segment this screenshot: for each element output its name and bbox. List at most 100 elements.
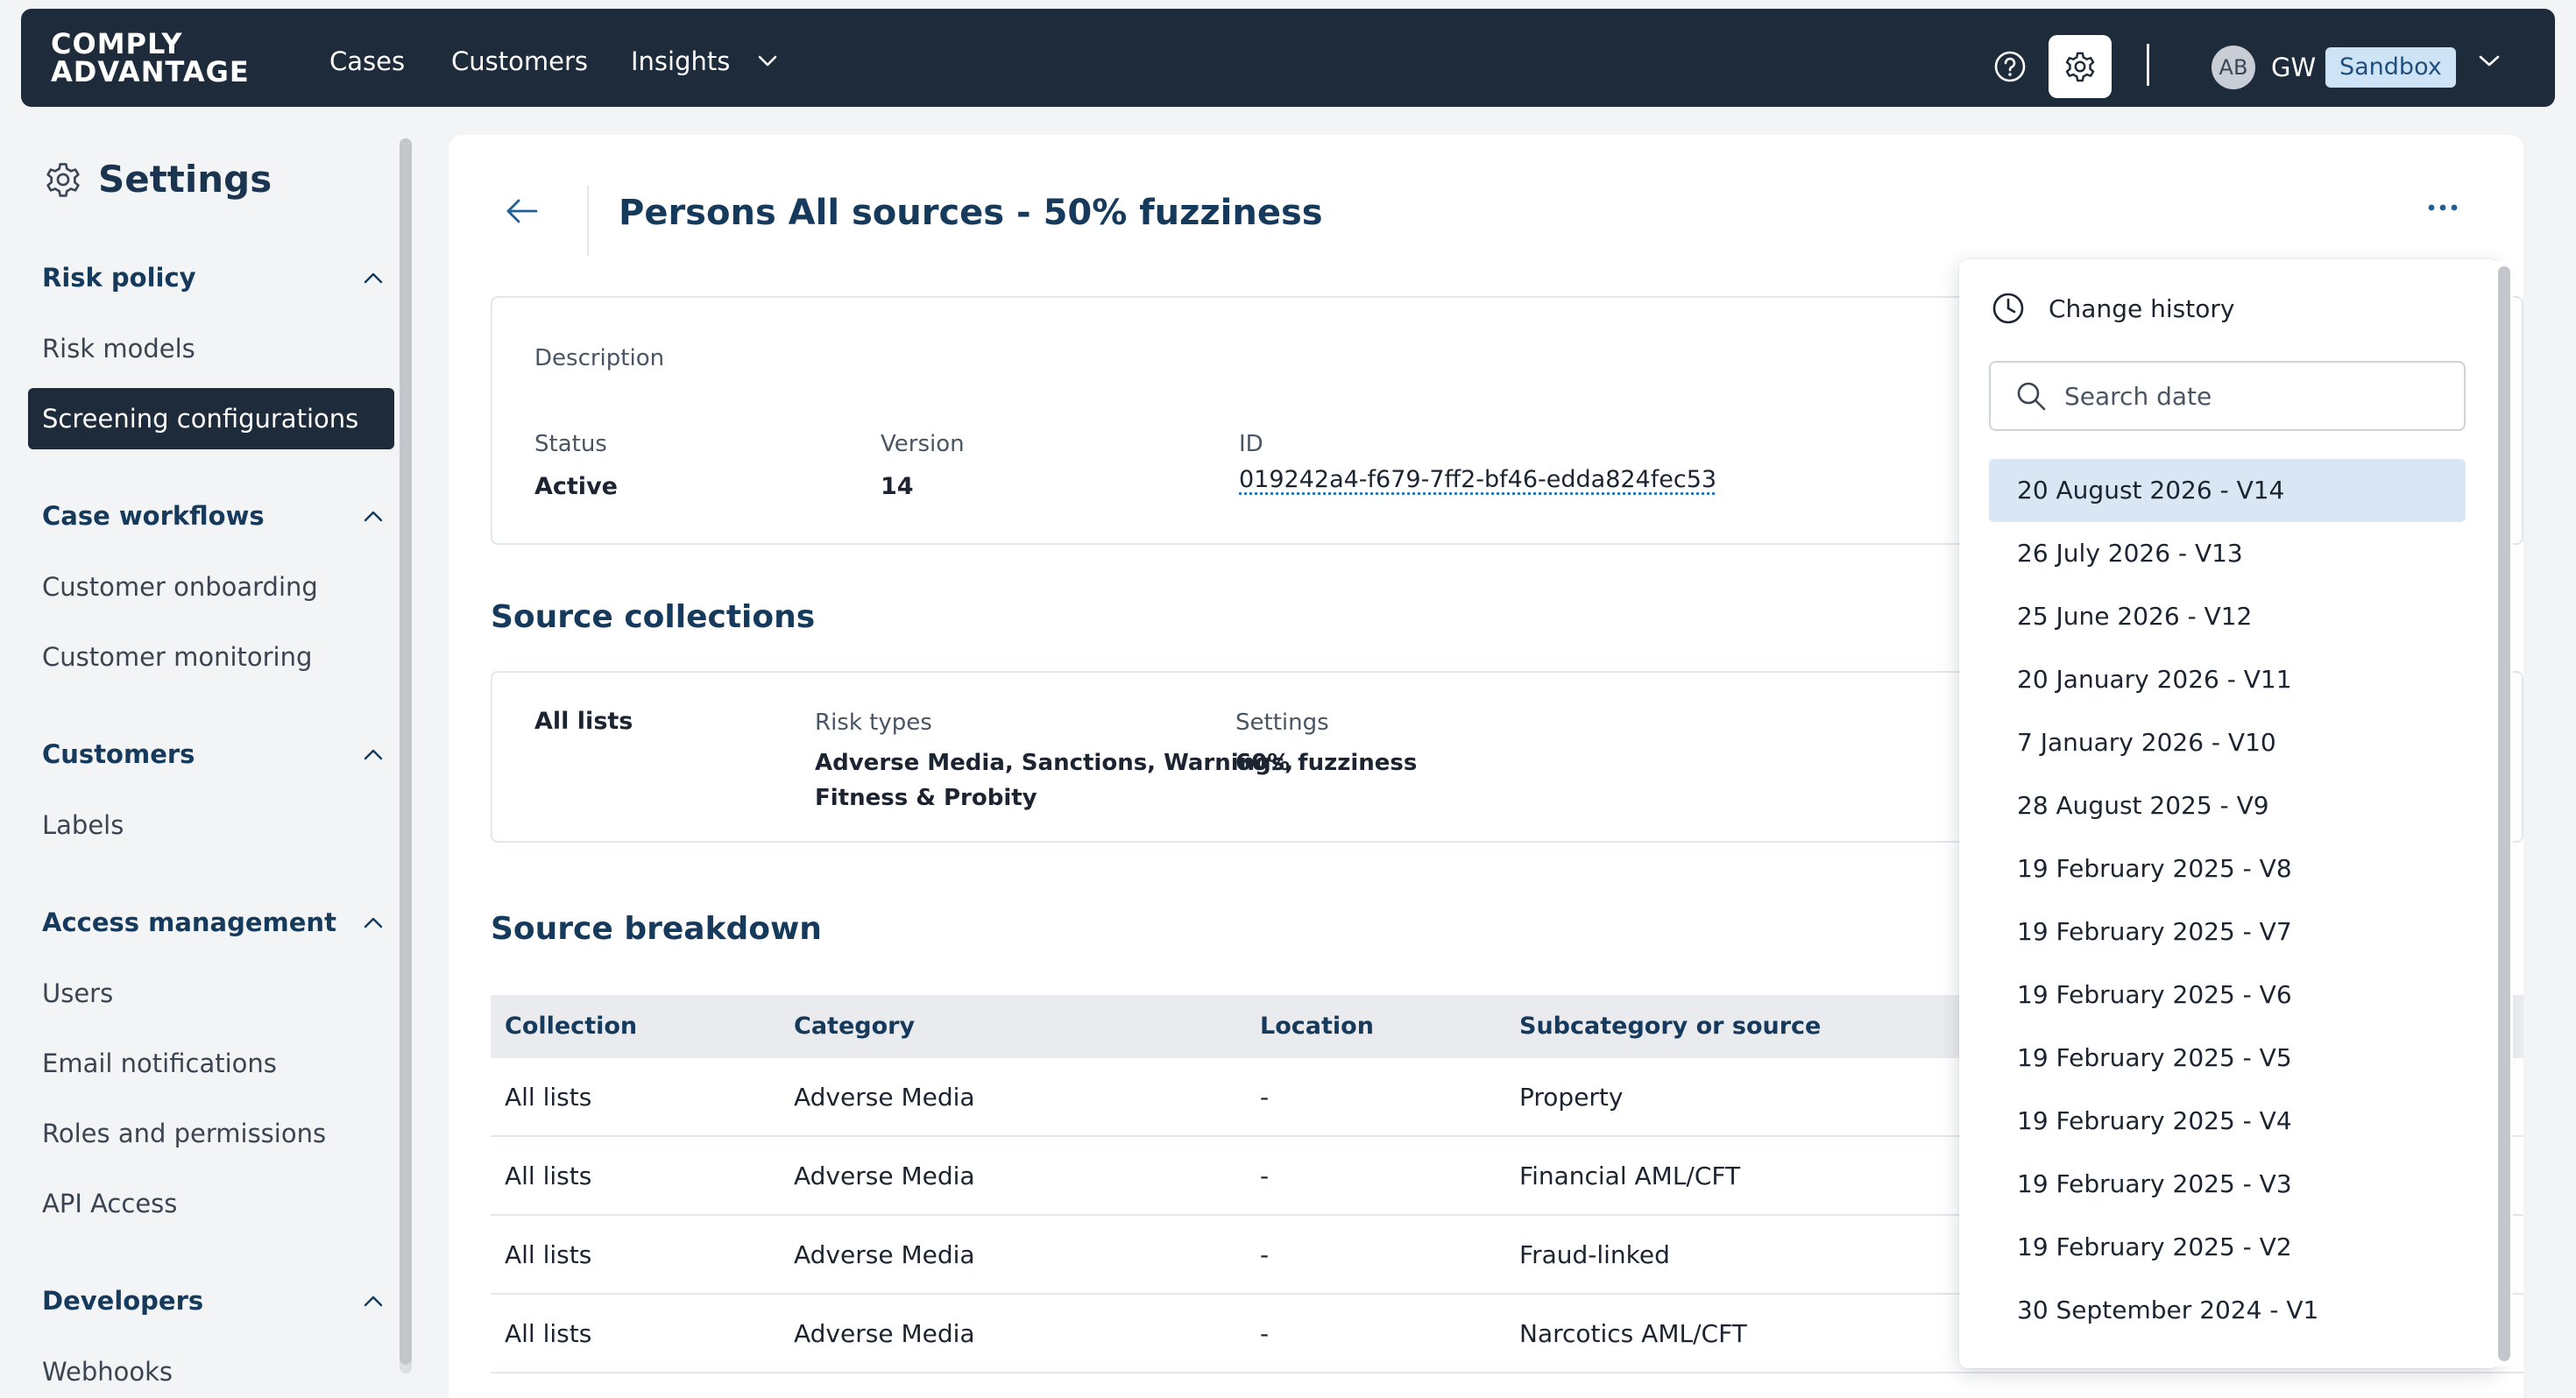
list-item[interactable]: 19 February 2025 - V8 [1989, 837, 2466, 900]
list-item[interactable]: 20 January 2026 - V11 [1989, 648, 2466, 711]
nav-customers[interactable]: Customers [451, 47, 588, 75]
list-item[interactable]: 19 February 2025 - V3 [1989, 1153, 2466, 1216]
sidebar-section-risk-policy[interactable]: Risk policy [42, 263, 384, 293]
source-breakdown-heading: Source breakdown [491, 911, 822, 947]
change-history-header: Change history [1991, 291, 2234, 326]
environment-badge: Sandbox [2325, 47, 2456, 88]
sidebar-scrollbar-thumb[interactable] [400, 138, 412, 1365]
sidebar-item-email-notifications[interactable]: Email notifications [28, 1033, 394, 1094]
risk-types-label: Risk types [815, 710, 932, 736]
brand-logo[interactable]: COMPLY ADVANTAGE [51, 30, 250, 86]
sidebar-section-case-workflows[interactable]: Case workflows [42, 501, 384, 531]
page-title: Persons All sources - 50% fuzziness [619, 193, 1323, 233]
search-date-field[interactable] [1989, 361, 2466, 431]
search-icon [2017, 382, 2046, 411]
source-collections-heading: Source collections [491, 599, 816, 635]
risk-types-line-2: Fitness & Probity [815, 785, 1037, 811]
cell-category: Adverse Media [794, 1240, 975, 1269]
list-item[interactable]: 19 February 2025 - V4 [1989, 1090, 2466, 1153]
list-item[interactable]: 26 July 2026 - V13 [1989, 522, 2466, 585]
list-item[interactable]: 25 June 2026 - V12 [1989, 585, 2466, 648]
column-header-subcategory[interactable]: Subcategory or source [1519, 1013, 1821, 1040]
settings-label: Settings [1235, 710, 1329, 736]
chevron-up-icon [364, 511, 383, 522]
list-item[interactable]: 19 February 2025 - V2 [1989, 1216, 2466, 1279]
chevron-up-icon [364, 749, 383, 760]
chevron-up-icon [364, 1296, 383, 1307]
cell-subcategory: Financial AML/CFT [1519, 1161, 1741, 1190]
sidebar-item-customer-onboarding[interactable]: Customer onboarding [28, 556, 394, 618]
sidebar-item-customer-monitoring[interactable]: Customer monitoring [28, 626, 394, 688]
sidebar-item-risk-models[interactable]: Risk models [28, 318, 394, 379]
sidebar-item-api-access[interactable]: API Access [28, 1173, 394, 1234]
chevron-down-icon[interactable] [2478, 54, 2501, 68]
cell-category: Adverse Media [794, 1161, 975, 1190]
cell-subcategory: Narcotics AML/CFT [1519, 1319, 1747, 1348]
dropdown-scrollbar[interactable] [2495, 261, 2513, 1366]
column-header-collection[interactable]: Collection [505, 1013, 637, 1040]
cell-collection: All lists [505, 1161, 592, 1190]
chevron-down-icon[interactable] [757, 54, 778, 68]
chevron-up-icon [364, 272, 383, 284]
title-divider [587, 186, 589, 256]
id-label: ID [1239, 431, 1263, 457]
sidebar-item-roles-and-permissions[interactable]: Roles and permissions [28, 1103, 394, 1164]
settings-value: 60% fuzziness [1235, 750, 1418, 776]
change-history-dropdown: Change history 20 August 2026 - V14 26 J… [1959, 259, 2499, 1368]
cell-collection: All lists [505, 1083, 592, 1112]
cell-category: Adverse Media [794, 1083, 975, 1112]
configuration-id[interactable]: 019242a4-f679-7ff2-bf46-edda824fec53 [1239, 466, 1716, 493]
version-label: Version [881, 431, 965, 457]
cell-category: Adverse Media [794, 1319, 975, 1348]
list-item[interactable]: 28 August 2025 - V9 [1989, 774, 2466, 837]
cell-collection: All lists [505, 1240, 592, 1269]
list-item[interactable]: 19 February 2025 - V5 [1989, 1027, 2466, 1090]
more-options-icon[interactable] [2427, 203, 2459, 212]
sidebar-section-customers[interactable]: Customers [42, 739, 384, 769]
list-item[interactable]: 19 February 2025 - V7 [1989, 900, 2466, 964]
back-arrow-icon[interactable] [505, 196, 540, 226]
cell-location: - [1260, 1319, 1270, 1348]
top-navigation-bar: COMPLY ADVANTAGE Cases Customers Insight… [21, 9, 2555, 107]
sidebar-item-labels[interactable]: Labels [28, 794, 394, 856]
nav-insights[interactable]: Insights [631, 47, 730, 75]
sidebar-section-access-management[interactable]: Access management [42, 907, 384, 937]
list-item[interactable]: 19 February 2025 - V6 [1989, 964, 2466, 1027]
list-item[interactable]: 20 August 2026 - V14 [1989, 459, 2466, 522]
settings-button[interactable] [2049, 35, 2112, 98]
change-history-list: 20 August 2026 - V14 26 July 2026 - V13 … [1989, 459, 2466, 1342]
sidebar-section-developers[interactable]: Developers [42, 1286, 384, 1316]
description-label: Description [534, 345, 665, 371]
gear-icon [46, 162, 80, 197]
cell-location: - [1260, 1083, 1270, 1112]
collection-name: All lists [534, 708, 633, 735]
nav-divider [2147, 44, 2149, 86]
version-value: 14 [881, 473, 914, 500]
cell-subcategory: Fraud-linked [1519, 1240, 1670, 1269]
sidebar-item-webhooks[interactable]: Webhooks [28, 1341, 394, 1398]
risk-types-line-1: Adverse Media, Sanctions, Warnings, [815, 750, 1294, 776]
settings-heading: Settings [44, 158, 272, 201]
sidebar-item-users[interactable]: Users [28, 963, 394, 1024]
gear-icon [2065, 52, 2095, 82]
nav-cases[interactable]: Cases [329, 47, 405, 75]
list-item[interactable]: 30 September 2024 - V1 [1989, 1279, 2466, 1342]
help-icon[interactable] [1992, 49, 2028, 84]
account-initials[interactable]: GW [2271, 53, 2316, 82]
chevron-up-icon [364, 917, 383, 928]
sidebar-scrollbar[interactable] [400, 138, 412, 1373]
list-item[interactable]: 7 January 2026 - V10 [1989, 711, 2466, 774]
cell-subcategory: Property [1519, 1083, 1624, 1112]
search-date-input[interactable] [2064, 381, 2450, 411]
cell-location: - [1260, 1240, 1270, 1269]
column-header-location[interactable]: Location [1260, 1013, 1374, 1040]
avatar[interactable]: AB [2212, 46, 2255, 89]
dropdown-scrollbar-thumb[interactable] [2498, 266, 2510, 1361]
clock-icon [1992, 293, 2024, 324]
sidebar-item-screening-configurations[interactable]: Screening configurations [28, 388, 394, 449]
column-header-category[interactable]: Category [794, 1013, 915, 1040]
status-label: Status [534, 431, 607, 457]
settings-sidebar: Settings Risk policy Risk models Screeni… [0, 131, 412, 1398]
cell-collection: All lists [505, 1319, 592, 1348]
status-value: Active [534, 473, 618, 500]
